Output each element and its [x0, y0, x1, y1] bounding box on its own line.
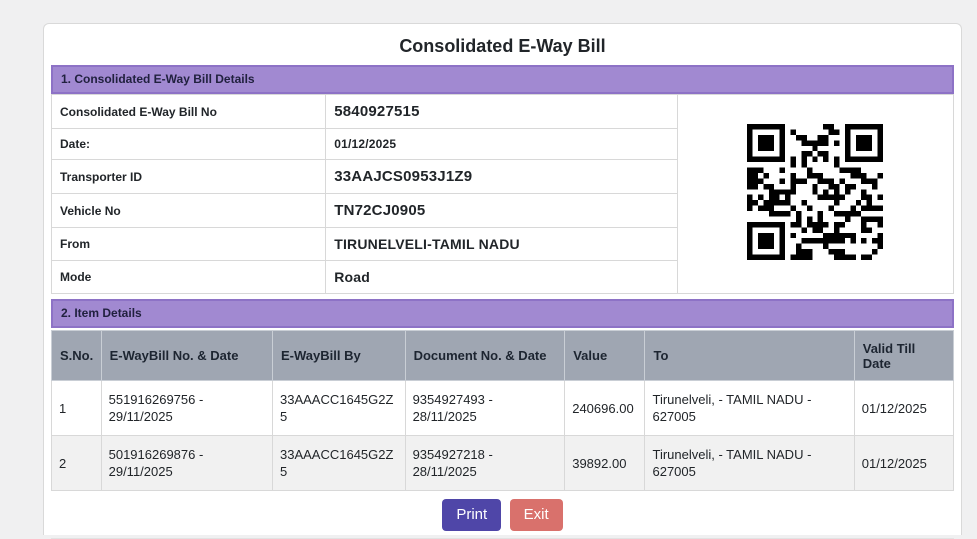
cell-document-no-date: 9354927218 - 28/11/2025: [405, 436, 565, 491]
items-table: S.No. E-WayBill No. & Date E-WayBill By …: [51, 330, 954, 491]
section-header-details: 1. Consolidated E-Way Bill Details: [51, 65, 954, 94]
print-button[interactable]: Print: [442, 499, 501, 531]
details-table: Consolidated E-Way Bill No 5840927515 Da…: [51, 94, 954, 294]
cell-ewaybill-no-date: 551916269756 - 29/11/2025: [101, 381, 272, 436]
exit-button[interactable]: Exit: [510, 499, 563, 531]
cell-document-no-date: 9354927493 - 28/11/2025: [405, 381, 565, 436]
table-row: 1 551916269756 - 29/11/2025 33AAACC1645G…: [52, 381, 954, 436]
field-value-vehicle-no: TN72CJ0905: [326, 194, 678, 228]
cell-ewaybill-no-date: 501916269876 - 29/11/2025: [101, 436, 272, 491]
field-label-date: Date:: [52, 129, 326, 160]
field-value-transporter-id: 33AAJCS0953J1Z9: [326, 160, 678, 194]
cell-ewaybill-by: 33AAACC1645G2Z5: [272, 436, 405, 491]
col-header-ewaybill-no-date: E-WayBill No. & Date: [101, 331, 272, 381]
page-title: Consolidated E-Way Bill: [51, 36, 954, 57]
field-label-transporter-id: Transporter ID: [52, 160, 326, 194]
eway-bill-panel: Consolidated E-Way Bill 1. Consolidated …: [43, 23, 962, 535]
table-row: 2 501916269876 - 29/11/2025 33AAACC1645G…: [52, 436, 954, 491]
field-label-bill-no: Consolidated E-Way Bill No: [52, 95, 326, 129]
col-header-ewaybill-by: E-WayBill By: [272, 331, 405, 381]
cell-sno: 2: [52, 436, 102, 491]
details-row: Consolidated E-Way Bill No 5840927515: [52, 95, 954, 129]
cell-valid-till-date: 01/12/2025: [854, 436, 953, 491]
cell-to: Tirunelveli, - TAMIL NADU - 627005: [645, 436, 854, 491]
col-header-sno: S.No.: [52, 331, 102, 381]
items-header-row: S.No. E-WayBill No. & Date E-WayBill By …: [52, 331, 954, 381]
cell-to: Tirunelveli, - TAMIL NADU - 627005: [645, 381, 854, 436]
cell-sno: 1: [52, 381, 102, 436]
qr-cell: [677, 95, 953, 294]
field-value-mode: Road: [326, 261, 678, 294]
field-label-from: From: [52, 228, 326, 261]
cell-ewaybill-by: 33AAACC1645G2Z5: [272, 381, 405, 436]
section-header-items: 2. Item Details: [51, 299, 954, 328]
button-row: Print Exit: [51, 499, 954, 531]
cell-value: 240696.00: [565, 381, 645, 436]
col-header-valid-till-date: Valid Till Date: [854, 331, 953, 381]
field-label-mode: Mode: [52, 261, 326, 294]
qr-code-icon: [747, 124, 883, 260]
col-header-document-no-date: Document No. & Date: [405, 331, 565, 381]
col-header-to: To: [645, 331, 854, 381]
field-label-vehicle-no: Vehicle No: [52, 194, 326, 228]
field-value-bill-no: 5840927515: [326, 95, 678, 129]
cell-valid-till-date: 01/12/2025: [854, 381, 953, 436]
cell-value: 39892.00: [565, 436, 645, 491]
col-header-value: Value: [565, 331, 645, 381]
field-value-from: TIRUNELVELI-TAMIL NADU: [326, 228, 678, 261]
field-value-date: 01/12/2025: [326, 129, 678, 160]
